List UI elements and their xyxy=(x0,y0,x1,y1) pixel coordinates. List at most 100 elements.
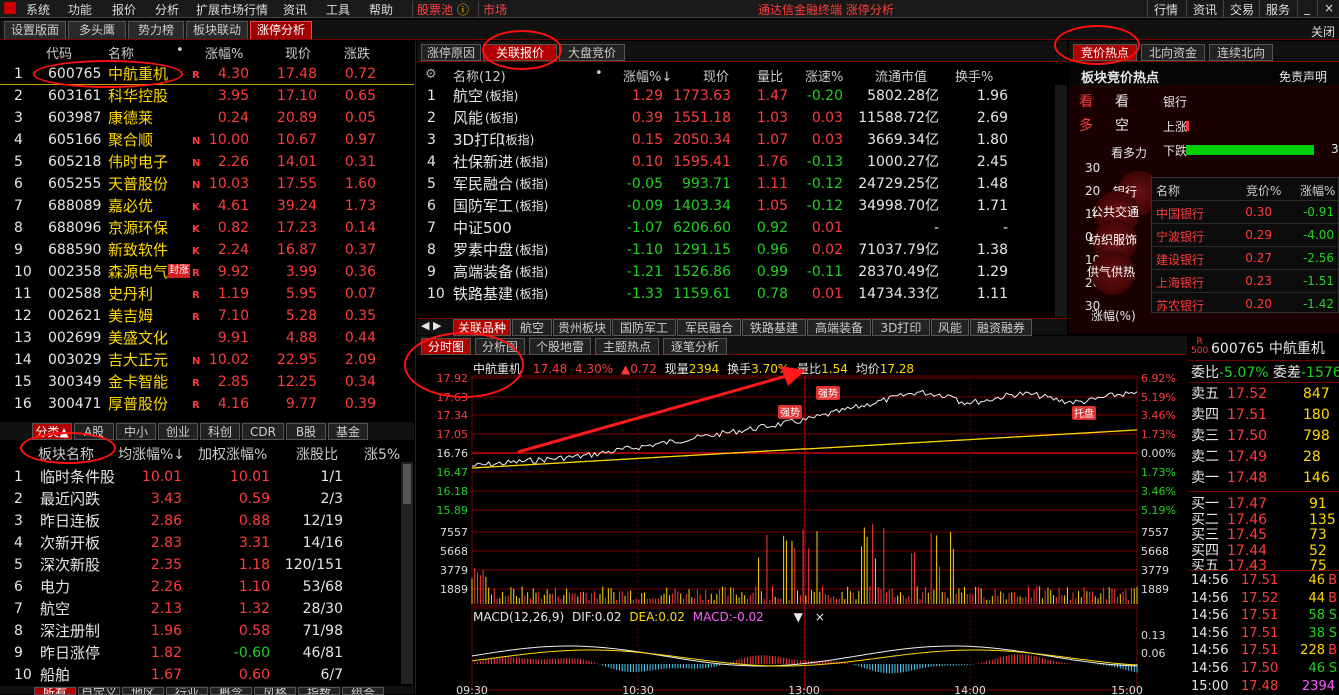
category-tab[interactable]: 中小 xyxy=(116,423,156,440)
menu-function[interactable]: 功能 xyxy=(68,1,92,18)
hotspot-row[interactable]: 苏农银行 0.20 -1.42 xyxy=(1152,292,1338,314)
related-sector-tab[interactable]: 军民融合 xyxy=(677,319,741,336)
related-sector-tab[interactable]: 3D打印 xyxy=(872,319,930,336)
col-rel-price[interactable]: 现价 xyxy=(703,66,729,85)
news-button[interactable]: 资讯 xyxy=(1186,0,1223,18)
menu-analysis[interactable]: 分析 xyxy=(155,1,179,18)
stock-row[interactable]: 5 605218 伟时电子 N 2.26 14.01 0.31 xyxy=(0,151,414,173)
related-row[interactable]: 8 罗素中盘 (板指) -1.10 1291.15 0.96 0.02 71037.79亿 1.… xyxy=(417,239,1053,261)
col-rel-speed[interactable]: 涨速% xyxy=(805,66,843,85)
related-sector-tab[interactable]: 融资融券 xyxy=(970,319,1032,336)
col-up-ratio[interactable]: 涨股比 xyxy=(296,444,338,464)
related-row[interactable]: 10 铁路基建 (板指) -1.33 1159.61 0.78 0.01 14734.33亿 1… xyxy=(417,283,1053,305)
sector-row[interactable]: 1 临时条件股 10.01 10.01 1/1 xyxy=(0,466,400,488)
col-rel-pct[interactable]: 涨幅%↓ xyxy=(623,66,672,85)
related-row[interactable]: 4 社保新进 (板指) 0.10 1595.41 1.76 -0.13 1000.27亿 2.4… xyxy=(417,151,1053,173)
category-tab[interactable]: 创业 xyxy=(158,423,198,440)
hotspot-row[interactable]: 上海银行 0.23 -1.51 xyxy=(1152,269,1338,291)
menu-help[interactable]: 帮助 xyxy=(369,1,393,18)
ask-row[interactable]: 卖一 17.48 146 xyxy=(1189,468,1339,489)
sector-row[interactable]: 8 深注册制 1.96 0.58 71/98 xyxy=(0,620,400,642)
menu-quote[interactable]: 报价 xyxy=(112,1,136,18)
col-rel-volratio[interactable]: 量比 xyxy=(757,66,783,85)
tab-northbound[interactable]: 北向资金 xyxy=(1141,44,1205,61)
stock-row[interactable]: 7 688089 嘉必优 K 4.61 39.24 1.73 xyxy=(0,195,414,217)
menu-news[interactable]: 资讯 xyxy=(283,1,307,18)
sector-row[interactable]: 2 最近闪跌 3.43 0.59 2/3 xyxy=(0,488,400,510)
service-button[interactable]: 服务 xyxy=(1259,0,1296,18)
related-row[interactable]: 6 国防军工 (板指) -0.09 1403.34 1.05 -0.12 34998.70亿 1… xyxy=(417,195,1053,217)
sector-row[interactable]: 7 航空 2.13 1.32 28/30 xyxy=(0,598,400,620)
gear-icon[interactable]: ⚙ xyxy=(425,67,437,82)
tab-continuous-northbound[interactable]: 连续北向 xyxy=(1209,44,1273,61)
stock-row[interactable]: 8 688096 京源环保 K 0.82 17.23 0.14 xyxy=(0,217,414,239)
ask-row[interactable]: 卖二 17.49 28 xyxy=(1189,447,1339,468)
sector-row[interactable]: 5 深次新股 2.35 1.18 120/151 xyxy=(0,554,400,576)
tab-power-ranking[interactable]: 势力榜 xyxy=(128,21,184,39)
sector-row[interactable]: 9 昨日涨停 1.82 -0.60 46/81 xyxy=(0,642,400,664)
quotes-button[interactable]: 行情 xyxy=(1147,0,1184,18)
related-sector-tab[interactable]: 航空 xyxy=(512,319,552,336)
hotspot-row[interactable]: 建设银行 0.27 -2.56 xyxy=(1152,246,1338,268)
stock-row[interactable]: 15 300349 金卡智能 R 2.85 12.25 0.34 xyxy=(0,371,414,393)
related-row[interactable]: 2 风能 (板指) 0.39 1551.18 1.03 0.03 11588.72亿 2.69 xyxy=(417,107,1053,129)
stock-row[interactable]: 9 688590 新致软件 K 2.24 16.87 0.37 xyxy=(0,239,414,261)
col-pct[interactable]: 涨幅% xyxy=(205,43,243,62)
category-tab[interactable]: B股 xyxy=(286,423,326,440)
related-row[interactable]: 9 高端装备 (板指) -1.21 1526.86 0.99 -0.11 28370.49亿 1… xyxy=(417,261,1053,283)
related-row[interactable]: 5 军民融合 (板指) -0.05 993.71 1.11 -0.12 24729.25亿 1.… xyxy=(417,173,1053,195)
related-sector-tab[interactable]: 国防军工 xyxy=(612,319,676,336)
col-rel-turn[interactable]: 换手% xyxy=(955,66,993,85)
category-tab[interactable]: CDR xyxy=(242,423,284,440)
category-tab[interactable]: 基金 xyxy=(328,423,368,440)
col-weighted-pct[interactable]: 加权涨幅% xyxy=(198,444,267,464)
tab-market-auction[interactable]: 大盘竞价 xyxy=(559,44,625,61)
related-sector-tab[interactable]: 高端装备 xyxy=(807,319,871,336)
stock-row[interactable]: 16 300471 厚普股份 R 4.16 9.77 0.39 xyxy=(0,393,414,415)
minimize-icon[interactable]: _ xyxy=(1297,0,1316,18)
col-change[interactable]: 涨跌 xyxy=(344,43,370,62)
col-avg-pct[interactable]: 均涨幅%↓ xyxy=(118,444,185,464)
col-code[interactable]: 代码 xyxy=(46,43,72,62)
col-rel-cap[interactable]: 流通市值 xyxy=(875,66,927,85)
col-price[interactable]: 现价 xyxy=(285,43,311,62)
related-row[interactable]: 1 航空 (板指) 1.29 1773.63 1.47 -0.20 5802.28亿 1.96 xyxy=(417,85,1053,107)
ask-row[interactable]: 卖三 17.50 798 xyxy=(1189,426,1339,447)
col-up5[interactable]: 涨5% xyxy=(364,444,400,464)
close-indicator-icon[interactable]: × xyxy=(815,610,825,624)
category-tab[interactable]: 科创 xyxy=(200,423,240,440)
intraday-chart[interactable]: 17.92 6.92%17.63 5.19%17.34 3.46%17.05 1.73%… xyxy=(417,336,1187,694)
tab-sector-linkage[interactable]: 板块联动 xyxy=(186,21,248,39)
related-row[interactable]: 3 3D打印 (板指) 0.15 2050.34 1.07 0.03 3669.34亿 1.80 xyxy=(417,129,1053,151)
disclaimer-link[interactable]: 免责声明 xyxy=(1279,68,1327,85)
stock-row[interactable]: 3 603987 康德莱 0.24 20.89 0.05 xyxy=(0,107,414,129)
trade-button[interactable]: 交易 xyxy=(1223,0,1260,18)
ask-row[interactable]: 卖五 17.52 847 xyxy=(1189,384,1339,405)
related-sector-tab[interactable]: 铁路基建 xyxy=(742,319,806,336)
stock-row[interactable]: 12 002621 美吉姆 R 7.10 5.28 0.35 xyxy=(0,305,414,327)
ask-row[interactable]: 卖四 17.51 180 xyxy=(1189,405,1339,426)
hotspot-row[interactable]: 宁波银行 0.29 -4.00 xyxy=(1152,223,1338,245)
related-sector-tab[interactable]: 风能 xyxy=(931,319,969,336)
tab-prev-icon[interactable]: ◀ ▶ xyxy=(421,319,441,332)
stock-row[interactable]: 10 002358 森源电气 R 9.92 3.99 0.36 封涨 xyxy=(0,261,414,283)
stock-row[interactable]: 14 003029 吉大正元 N 10.02 22.95 2.09 xyxy=(0,349,414,371)
market-menu[interactable]: 市场 xyxy=(478,1,507,18)
stock-pool-menu[interactable]: 股票池 ⓘ xyxy=(412,1,469,18)
close-icon[interactable]: × xyxy=(1317,0,1339,18)
tab-bull-eagle[interactable]: 多头鹰 xyxy=(68,21,126,39)
scrollbar[interactable] xyxy=(1055,85,1067,317)
sector-row[interactable]: 4 次新开板 2.83 3.31 14/16 xyxy=(0,532,400,554)
related-row[interactable]: 7 中证500 -1.07 6206.60 0.92 0.01 - - xyxy=(417,217,1053,239)
stock-row[interactable]: 11 002588 史丹利 R 1.19 5.95 0.07 xyxy=(0,283,414,305)
sector-row[interactable]: 3 昨日连板 2.86 0.88 12/19 xyxy=(0,510,400,532)
stock-row[interactable]: 4 605166 聚合顺 N 10.00 10.67 0.97 xyxy=(0,129,414,151)
sector-row[interactable]: 10 船舶 1.67 0.60 6/7 xyxy=(0,664,400,686)
tab-limit-reason[interactable]: 涨停原因 xyxy=(421,44,481,61)
col-rel-name[interactable]: 名称(12) xyxy=(453,66,506,85)
related-sector-tab[interactable]: 贵州板块 xyxy=(553,319,611,336)
menu-icon[interactable] xyxy=(4,1,16,15)
dropdown-icon[interactable]: ▼ xyxy=(794,610,803,624)
close-panel-button[interactable]: 关闭 xyxy=(1311,23,1335,40)
menu-tools[interactable]: 工具 xyxy=(326,1,350,18)
